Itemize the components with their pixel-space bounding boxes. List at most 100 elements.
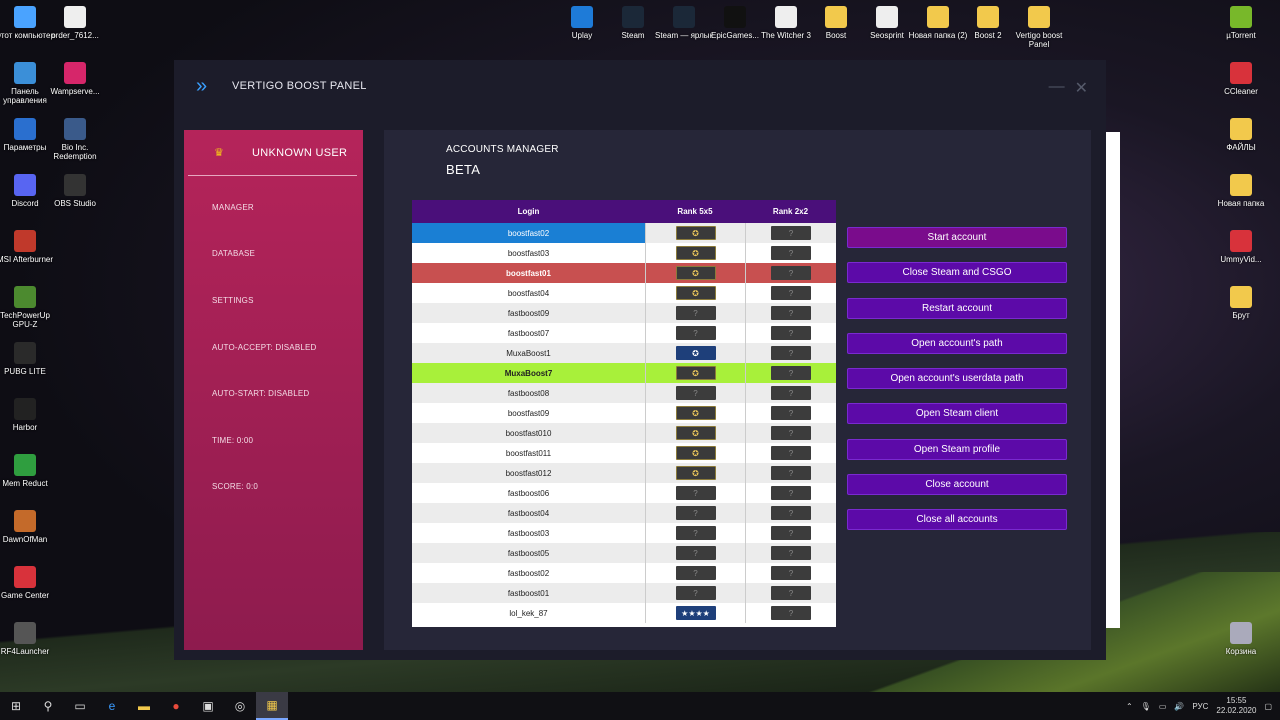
sidebar-item[interactable]: SETTINGS xyxy=(212,277,363,324)
sidebar-item[interactable]: AUTO-START: DISABLED xyxy=(212,370,363,417)
login-cell[interactable]: lol_kek_87 xyxy=(412,603,645,623)
desktop-icon[interactable]: ФАЙЛЫ xyxy=(1211,118,1271,152)
sidebar-item[interactable]: AUTO-ACCEPT: DISABLED xyxy=(212,324,363,371)
login-cell[interactable]: fastboost05 xyxy=(412,543,645,563)
double-chevron-icon[interactable]: » xyxy=(196,75,220,98)
desktop-icon[interactable]: Vertigo boost Panel xyxy=(1009,6,1069,49)
volume-icon[interactable]: 🔊 xyxy=(1174,702,1184,711)
table-row[interactable]: boostfast01 ✪? xyxy=(412,263,836,283)
minimize-icon[interactable]: — xyxy=(1049,78,1065,98)
login-cell[interactable]: fastboost03 xyxy=(412,523,645,543)
desktop-icon[interactable]: Новая папка xyxy=(1211,174,1271,208)
table-row[interactable]: boostfast02 ✪? xyxy=(412,223,836,243)
sidebar-item[interactable]: SCORE: 0:0 xyxy=(212,464,363,511)
notifications-icon[interactable]: ▢ xyxy=(1264,702,1272,711)
login-cell[interactable]: MuxaBoost7 xyxy=(412,363,645,383)
col-rank2x2[interactable]: Rank 2x2 xyxy=(745,207,836,216)
table-row[interactable]: fastboost04?? xyxy=(412,503,836,523)
desktop-icon[interactable]: MSI Afterburner xyxy=(0,230,55,264)
col-rank5x5[interactable]: Rank 5x5 xyxy=(645,207,745,216)
desktop-icon[interactable]: order_7612... xyxy=(45,6,105,40)
folder-icon xyxy=(1028,6,1050,28)
sidebar-item[interactable]: TIME: 0:00 xyxy=(212,417,363,464)
login-cell[interactable]: fastboost08 xyxy=(412,383,645,403)
language-indicator[interactable]: РУС xyxy=(1192,702,1208,711)
login-cell[interactable]: boostfast09 xyxy=(412,403,645,423)
table-row[interactable]: MuxaBoost1 ✪? xyxy=(412,343,836,363)
desktop-icon[interactable]: Корзина xyxy=(1211,622,1271,656)
col-login[interactable]: Login xyxy=(412,207,645,216)
login-cell[interactable]: boostfast011 xyxy=(412,443,645,463)
table-row[interactable]: fastboost05?? xyxy=(412,543,836,563)
login-cell[interactable]: boostfast01 xyxy=(412,263,645,283)
table-row[interactable]: boostfast09 ✪? xyxy=(412,403,836,423)
table-row[interactable]: lol_kek_87 ★★★★? xyxy=(412,603,836,623)
table-row[interactable]: boostfast04 ✪? xyxy=(412,283,836,303)
obs-taskbar-icon[interactable]: ◎ xyxy=(224,692,256,720)
desktop-icon[interactable]: Брут xyxy=(1211,286,1271,320)
desktop-icon[interactable]: PUBG LITE xyxy=(0,342,55,376)
desktop-icon[interactable]: Harbor xyxy=(0,398,55,432)
login-cell[interactable]: fastboost04 xyxy=(412,503,645,523)
table-row[interactable]: fastboost09?? xyxy=(412,303,836,323)
action-button[interactable]: Open account's userdata path xyxy=(847,368,1067,390)
login-cell[interactable]: fastboost09 xyxy=(412,303,645,323)
action-button[interactable]: Close Steam and CSGO xyxy=(847,262,1067,284)
desktop-icon[interactable]: Wampserve... xyxy=(45,62,105,96)
desktop-icon[interactable]: Mem Reduct xyxy=(0,454,55,488)
desktop-icon[interactable]: TechPowerUp GPU-Z xyxy=(0,286,55,329)
table-row[interactable]: fastboost06?? xyxy=(412,483,836,503)
table-row[interactable]: boostfast010 ✪? xyxy=(412,423,836,443)
desktop-icon[interactable]: Bio Inc. Redemption xyxy=(45,118,105,161)
action-button[interactable]: Close account xyxy=(847,474,1067,496)
explorer-icon[interactable]: ▬ xyxy=(128,692,160,720)
table-row[interactable]: boostfast011 ✪? xyxy=(412,443,836,463)
action-button[interactable]: Open Steam profile xyxy=(847,438,1067,460)
windows-start-icon[interactable]: ⊞ xyxy=(0,692,32,720)
network-icon[interactable]: ▭ xyxy=(1159,702,1167,711)
table-row[interactable]: boostfast03 ✪? xyxy=(412,243,836,263)
action-button[interactable]: Close all accounts xyxy=(847,509,1067,531)
close-icon[interactable]: ✕ xyxy=(1075,78,1088,98)
action-button[interactable]: Start account xyxy=(847,227,1067,248)
login-cell[interactable]: boostfast010 xyxy=(412,423,645,443)
desktop-icon[interactable]: UmmyVid... xyxy=(1211,230,1271,264)
background-window-scrollbar[interactable] xyxy=(1106,132,1120,628)
table-row[interactable]: fastboost03?? xyxy=(412,523,836,543)
microphone-icon[interactable]: 🎙 xyxy=(1141,702,1151,711)
clock[interactable]: 15:55 22.02.2020 xyxy=(1216,696,1256,716)
table-row[interactable]: fastboost08?? xyxy=(412,383,836,403)
action-button[interactable]: Restart account xyxy=(847,297,1067,319)
login-cell[interactable]: boostfast02 xyxy=(412,223,645,243)
app-icon[interactable]: ▣ xyxy=(192,692,224,720)
sidebar-item[interactable]: MANAGER xyxy=(212,184,363,231)
table-row[interactable]: boostfast012 ✪? xyxy=(412,463,836,483)
desktop-icon[interactable]: RF4Launcher xyxy=(0,622,55,656)
login-cell[interactable]: MuxaBoost1 xyxy=(412,343,645,363)
desktop-icon[interactable]: OBS Studio xyxy=(45,174,105,208)
login-cell[interactable]: fastboost07 xyxy=(412,323,645,343)
search-icon[interactable]: ⚲ xyxy=(32,692,64,720)
chrome-icon[interactable]: ● xyxy=(160,692,192,720)
edge-icon[interactable]: e xyxy=(96,692,128,720)
desktop-icon[interactable]: Game Center xyxy=(0,566,55,600)
table-row[interactable]: fastboost07?? xyxy=(412,323,836,343)
table-row[interactable]: MuxaBoost7 ✪? xyxy=(412,363,836,383)
login-cell[interactable]: fastboost06 xyxy=(412,483,645,503)
login-cell[interactable]: fastboost01 xyxy=(412,583,645,603)
task-view-icon[interactable]: ▭ xyxy=(64,692,96,720)
login-cell[interactable]: boostfast03 xyxy=(412,243,645,263)
desktop-icon[interactable]: CCleaner xyxy=(1211,62,1271,96)
desktop-icon[interactable]: µTorrent xyxy=(1211,6,1271,40)
table-row[interactable]: fastboost02?? xyxy=(412,563,836,583)
desktop-icon[interactable]: DawnOfMan xyxy=(0,510,55,544)
vertigo-taskbar-icon[interactable]: ▦ xyxy=(256,692,288,720)
login-cell[interactable]: boostfast012 xyxy=(412,463,645,483)
login-cell[interactable]: boostfast04 xyxy=(412,283,645,303)
action-button[interactable]: Open Steam client xyxy=(847,403,1067,425)
chevron-up-icon[interactable]: ⌃ xyxy=(1126,702,1133,711)
login-cell[interactable]: fastboost02 xyxy=(412,563,645,583)
action-button[interactable]: Open account's path xyxy=(847,332,1067,354)
sidebar-item[interactable]: DATABASE xyxy=(212,231,363,278)
table-row[interactable]: fastboost01?? xyxy=(412,583,836,603)
